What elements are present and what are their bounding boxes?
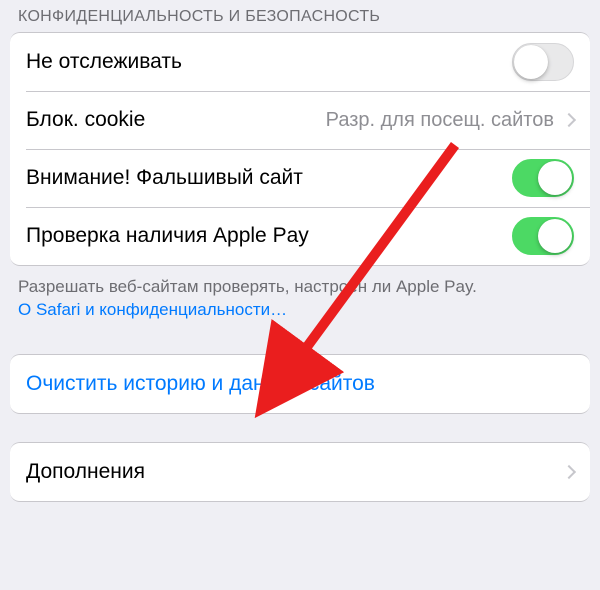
extensions-label: Дополнения — [26, 460, 560, 484]
fraud-warning-switch[interactable] — [512, 159, 574, 197]
block-cookies-label: Блок. cookie — [26, 108, 326, 132]
apple-pay-check-row[interactable]: Проверка наличия Apple Pay — [10, 207, 590, 265]
apple-pay-check-switch[interactable] — [512, 217, 574, 255]
clear-group: Очистить историю и данные сайтов — [10, 354, 590, 414]
switch-knob — [514, 45, 548, 79]
switch-knob — [538, 161, 572, 195]
do-not-track-switch[interactable] — [512, 43, 574, 81]
privacy-footer-text: Разрешать веб-сайтам проверять, настроен… — [18, 277, 477, 296]
about-safari-privacy-link[interactable]: О Safari и конфиденциальности… — [18, 300, 287, 319]
privacy-group: Не отслеживать Блок. cookie Разр. для по… — [10, 32, 590, 266]
switch-knob — [538, 219, 572, 253]
clear-history-label: Очистить историю и данные сайтов — [26, 372, 574, 396]
extensions-group: Дополнения — [10, 442, 590, 502]
do-not-track-label: Не отслеживать — [26, 50, 512, 74]
apple-pay-check-label: Проверка наличия Apple Pay — [26, 224, 512, 248]
do-not-track-row[interactable]: Не отслеживать — [10, 33, 590, 91]
privacy-section-footer: Разрешать веб-сайтам проверять, настроен… — [0, 266, 600, 326]
block-cookies-value: Разр. для посещ. сайтов — [326, 109, 554, 132]
block-cookies-row[interactable]: Блок. cookie Разр. для посещ. сайтов — [10, 91, 590, 149]
clear-history-row[interactable]: Очистить историю и данные сайтов — [10, 355, 590, 413]
chevron-right-icon — [562, 113, 576, 127]
fraud-warning-row[interactable]: Внимание! Фальшивый сайт — [10, 149, 590, 207]
extensions-row[interactable]: Дополнения — [10, 443, 590, 501]
privacy-section-header: КОНФИДЕНЦИАЛЬНОСТЬ И БЕЗОПАСНОСТЬ — [0, 0, 600, 32]
chevron-right-icon — [562, 465, 576, 479]
fraud-warning-label: Внимание! Фальшивый сайт — [26, 166, 512, 190]
